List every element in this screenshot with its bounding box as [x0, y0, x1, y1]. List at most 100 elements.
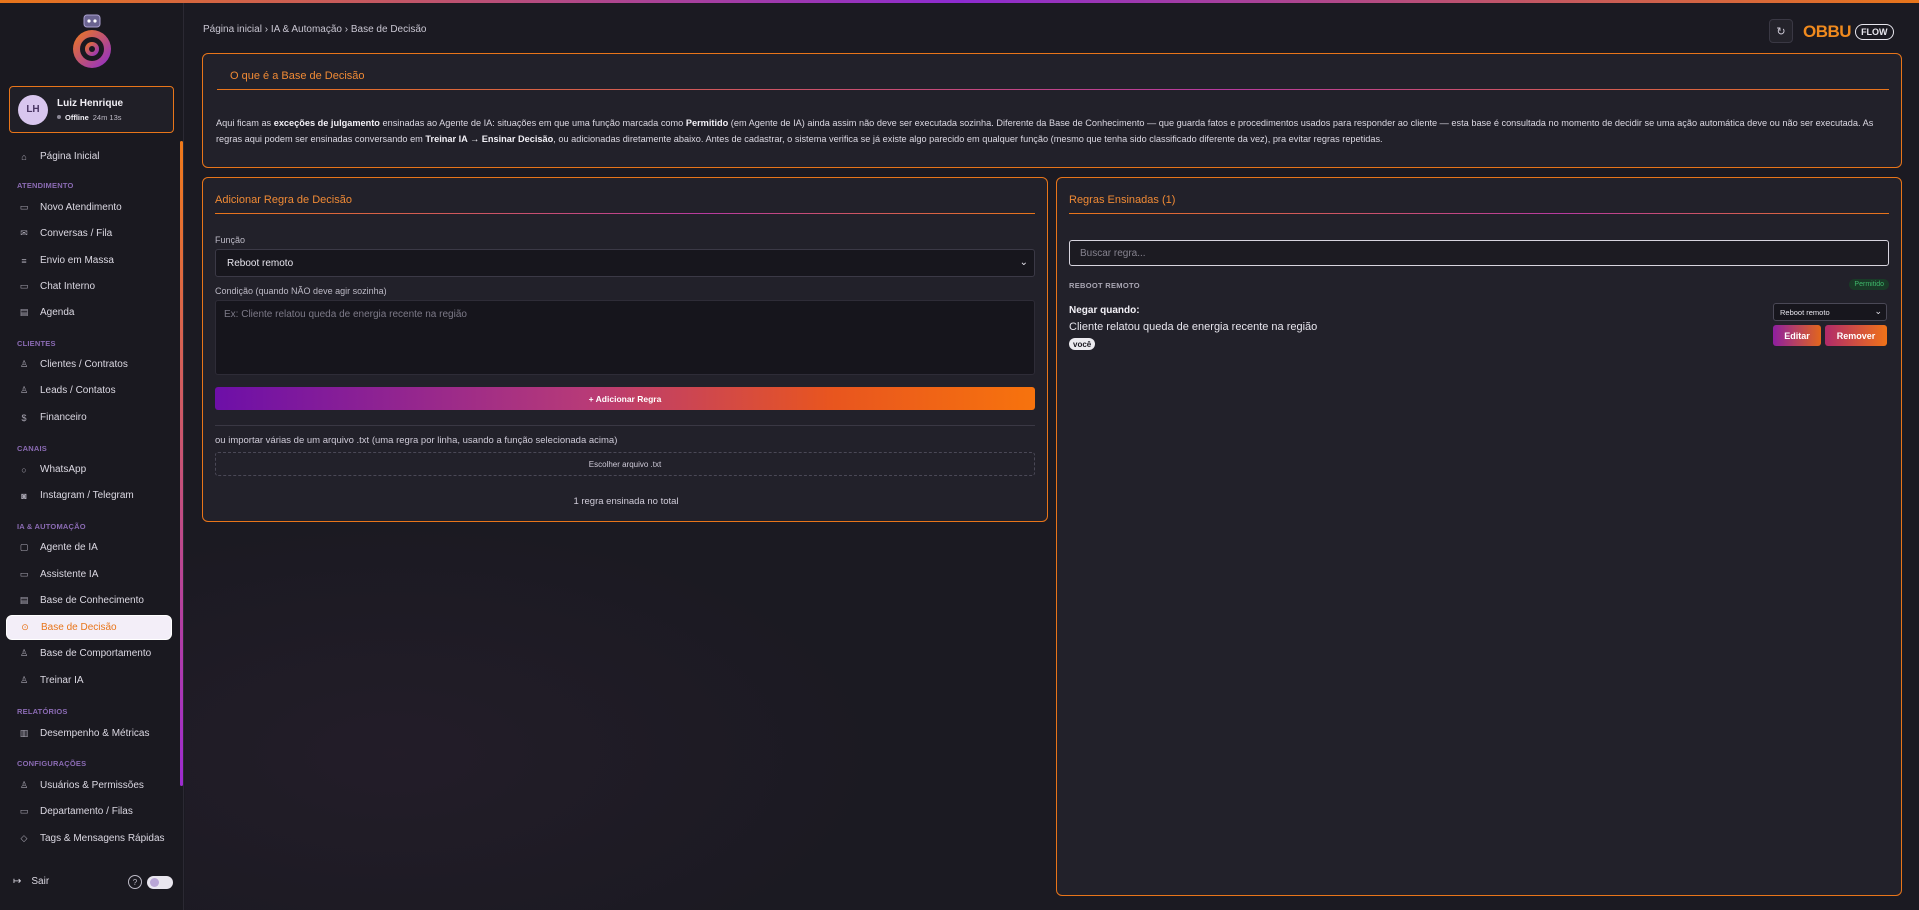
- user-plus-icon: ♙: [19, 385, 29, 395]
- status-badge: Permitido: [1849, 279, 1889, 290]
- calendar-icon: ▤: [19, 307, 29, 317]
- sidebar-item-label: WhatsApp: [40, 464, 87, 475]
- breadcrumb: Página inicial › IA & Automação › Base d…: [203, 24, 427, 35]
- sidebar-item-label: Financeiro: [40, 412, 87, 423]
- logout-label: Sair: [31, 876, 50, 887]
- sidebar-item-label: Envio em Massa: [40, 255, 114, 266]
- section-atendimento: ATENDIMENTO: [17, 181, 74, 190]
- sidebar-item-assistente-ia[interactable]: ▭ Assistente IA: [6, 562, 172, 587]
- search-input[interactable]: [1069, 240, 1889, 266]
- sidebar-item-label: Conversas / Fila: [40, 228, 113, 239]
- brand: OBBU FLOW: [1803, 22, 1894, 42]
- sidebar-item-usuarios[interactable]: ♙ Usuários & Permissões: [6, 773, 172, 798]
- sidebar-item-desempenho[interactable]: ▥ Desempenho & Métricas: [6, 721, 172, 746]
- chevron-down-icon: ⌄: [1874, 306, 1882, 316]
- sidebar-item-whatsapp[interactable]: ○ WhatsApp: [6, 457, 172, 482]
- sidebar-item-agente-ia[interactable]: ▢ Agente de IA: [6, 535, 172, 560]
- sidebar-item-conversas[interactable]: ✉ Conversas / Fila: [6, 221, 172, 246]
- dollar-icon: $: [21, 412, 27, 423]
- total-rules-text: 1 regra ensinada no total: [573, 496, 679, 507]
- sidebar-item-label: Base de Comportamento: [40, 648, 152, 659]
- remove-button[interactable]: Remover: [1825, 325, 1887, 346]
- sidebar-item-novo-atendimento[interactable]: ▭ Novo Atendimento: [6, 195, 172, 220]
- function-select-value: Reboot remoto: [227, 257, 294, 269]
- sidebar-footer: ↦ Sair ?: [0, 871, 180, 895]
- person-icon: ♙: [19, 648, 29, 658]
- rule-function-value: Reboot remoto: [1780, 307, 1830, 317]
- decision-icon: ⊙: [21, 622, 29, 632]
- theme-toggle[interactable]: [147, 876, 173, 889]
- add-rule-panel: Adicionar Regra de Decisão Função Reboot…: [202, 177, 1048, 522]
- robot-logo-icon: [66, 13, 118, 71]
- user-status: Offline 24m 13s: [57, 113, 123, 122]
- sidebar-item-financeiro[interactable]: $ Financeiro: [6, 405, 172, 430]
- sidebar-item-treinar-ia[interactable]: ♙ Treinar IA: [6, 668, 172, 693]
- sidebar-scrollbar[interactable]: [180, 141, 183, 786]
- function-label: Função: [215, 235, 246, 245]
- training-icon: ♙: [19, 675, 29, 685]
- status-dot-icon: [57, 115, 61, 119]
- message-icon: ▭: [19, 202, 29, 212]
- section-config: CONFIGURAÇÕES: [17, 759, 87, 768]
- edit-button[interactable]: Editar: [1773, 325, 1821, 346]
- sidebar-item-label: Base de Decisão: [41, 622, 117, 633]
- bar-chart-icon: ▥: [19, 728, 29, 738]
- rule-function-select[interactable]: Reboot remoto ⌄: [1773, 303, 1887, 321]
- sidebar-item-label: Base de Conhecimento: [40, 595, 144, 606]
- info-panel: O que é a Base de Decisão Aqui ficam as …: [202, 53, 1902, 168]
- chat-icon: ▭: [19, 281, 29, 291]
- add-rule-button[interactable]: + Adicionar Regra: [215, 387, 1035, 410]
- user-card[interactable]: LH Luiz Henrique Offline 24m 13s: [9, 86, 174, 133]
- sidebar-item-label: Chat Interno: [40, 281, 96, 292]
- rules-panel: Regras Ensinadas (1) REBOOT REMOTO Permi…: [1056, 177, 1902, 896]
- sidebar-item-agenda[interactable]: ▤ Agenda: [6, 300, 172, 325]
- divider: [215, 213, 1035, 214]
- info-description: Aqui ficam as exceções de julgamento ens…: [216, 118, 1874, 144]
- sidebar-item-label: Clientes / Contratos: [40, 359, 128, 370]
- rules-title: Regras Ensinadas (1): [1069, 194, 1176, 206]
- info-title: O que é a Base de Decisão: [230, 70, 365, 82]
- logout-icon: ↦: [13, 876, 22, 887]
- sidebar-item-base-decisao[interactable]: ⊙ Base de Decisão: [6, 615, 172, 640]
- sidebar-item-label: Agente de IA: [40, 542, 98, 553]
- sidebar-item-label: Usuários & Permissões: [40, 780, 144, 791]
- sidebar-item-tags[interactable]: ◇ Tags & Mensagens Rápidas: [6, 826, 172, 851]
- inbox-icon: ✉: [20, 228, 28, 238]
- sidebar-item-label: Novo Atendimento: [40, 202, 122, 213]
- import-hint: ou importar várias de um arquivo .txt (u…: [215, 435, 618, 446]
- sidebar-item-label: Tags & Mensagens Rápidas: [40, 833, 165, 844]
- choose-file-button[interactable]: Escolher arquivo .txt: [215, 452, 1035, 476]
- chevron-down-icon: ⌄: [1019, 257, 1028, 268]
- user-name: Luiz Henrique: [57, 97, 124, 109]
- sidebar: LH Luiz Henrique Offline 24m 13s ⌂ Págin…: [0, 3, 184, 910]
- sidebar-item-home[interactable]: ⌂ Página Inicial: [6, 144, 172, 169]
- instagram-icon: ◙: [21, 490, 27, 501]
- add-rule-title: Adicionar Regra de Decisão: [215, 194, 352, 206]
- sidebar-item-chat-interno[interactable]: ▭ Chat Interno: [6, 274, 172, 299]
- sidebar-item-label: Leads / Contatos: [40, 385, 116, 396]
- sidebar-item-departamento[interactable]: ▭ Departamento / Filas: [6, 799, 172, 824]
- logout-button[interactable]: ↦ Sair: [13, 876, 49, 887]
- section-canais: CANAIS: [17, 444, 47, 453]
- sidebar-item-clientes-contratos[interactable]: ♙ Clientes / Contratos: [6, 352, 172, 377]
- sidebar-item-envio-massa[interactable]: ≡ Envio em Massa: [6, 248, 172, 273]
- sidebar-item-leads[interactable]: ♙ Leads / Contatos: [6, 378, 172, 403]
- sidebar-item-instagram[interactable]: ◙ Instagram / Telegram: [6, 483, 172, 508]
- sidebar-item-base-conhecimento[interactable]: ▤ Base de Conhecimento: [6, 588, 172, 613]
- refresh-button[interactable]: ↻: [1769, 19, 1793, 43]
- sidebar-item-label: Página Inicial: [40, 151, 100, 162]
- divider: [1069, 213, 1889, 214]
- brand-badge: FLOW: [1855, 24, 1894, 40]
- help-icon[interactable]: ?: [128, 875, 142, 889]
- section-clientes: CLIENTES: [17, 339, 56, 348]
- sidebar-item-label: Agenda: [40, 307, 75, 318]
- status-label: Offline: [65, 112, 89, 122]
- sidebar-item-base-comportamento[interactable]: ♙ Base de Comportamento: [6, 641, 172, 666]
- condition-textarea[interactable]: Ex: Cliente relatou queda de energia rec…: [215, 300, 1035, 375]
- function-select[interactable]: Reboot remoto ⌄: [215, 249, 1035, 277]
- user-icon: ♙: [19, 359, 29, 369]
- list-icon: ≡: [21, 255, 27, 266]
- section-relatorios: RELATÓRIOS: [17, 707, 68, 716]
- users-icon: ♙: [19, 780, 29, 790]
- status-duration: 24m 13s: [92, 112, 122, 122]
